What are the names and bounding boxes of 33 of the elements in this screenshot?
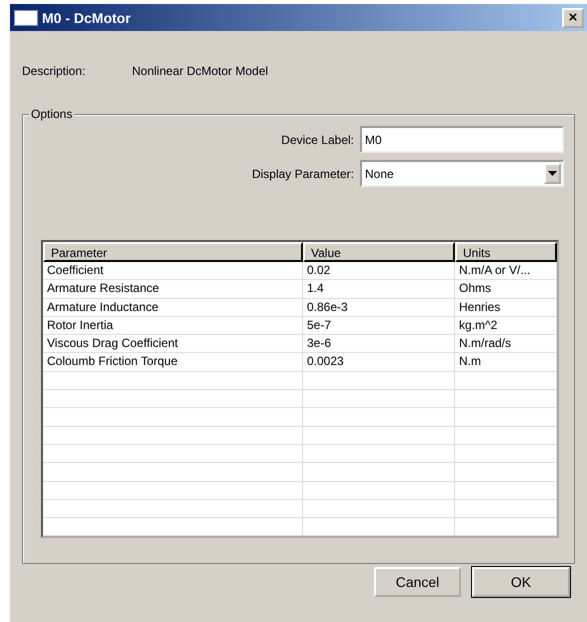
table-cell: 0.0023	[303, 353, 455, 372]
field-label: Display Parameter:	[252, 166, 354, 180]
table-cell: Henries	[455, 298, 557, 317]
table-cell: kg.m^2	[455, 316, 557, 336]
window-icon	[14, 10, 38, 26]
dialog-button[interactable]: Cancel	[374, 567, 461, 597]
table-cell: Rotor Inertia	[43, 316, 303, 336]
dropdown[interactable]: None	[360, 160, 564, 187]
window-title: M0 - DcMotor	[42, 10, 132, 26]
close-button[interactable]: ×	[562, 8, 584, 28]
table-cell: Armature Inductance	[43, 298, 303, 317]
column-header[interactable]: Parameter	[43, 242, 303, 262]
table-cell: Coloumb Friction Torque	[43, 353, 303, 372]
table-cell: Ohms	[455, 280, 557, 299]
table-cell: 3e-6	[303, 335, 455, 354]
table-cell: Armature Resistance	[43, 280, 303, 299]
field-label: Device Label:	[281, 132, 354, 146]
dialog-button[interactable]: OK	[472, 567, 570, 597]
table-cell: N.m/A or V/...	[455, 262, 557, 280]
column-header[interactable]: Value	[303, 242, 455, 262]
group-title: Options	[29, 107, 74, 121]
table-cell: 0.86e-3	[303, 298, 455, 317]
column-header[interactable]: Units	[455, 242, 557, 262]
description-label: Description:	[22, 64, 86, 80]
table-cell: 5e-7	[303, 316, 455, 336]
table-cell: 0.02	[303, 262, 455, 280]
table-cell: 1.4	[303, 280, 455, 299]
table-cell: Coefficient	[43, 262, 303, 280]
table-cell: N.m	[455, 353, 557, 372]
table-cell: N.m/rad/s	[455, 335, 557, 354]
table-cell: Viscous Drag Coefficient	[43, 335, 303, 354]
description-value: Nonlinear DcMotor Model	[132, 64, 268, 80]
input-field[interactable]: M0	[360, 126, 564, 153]
